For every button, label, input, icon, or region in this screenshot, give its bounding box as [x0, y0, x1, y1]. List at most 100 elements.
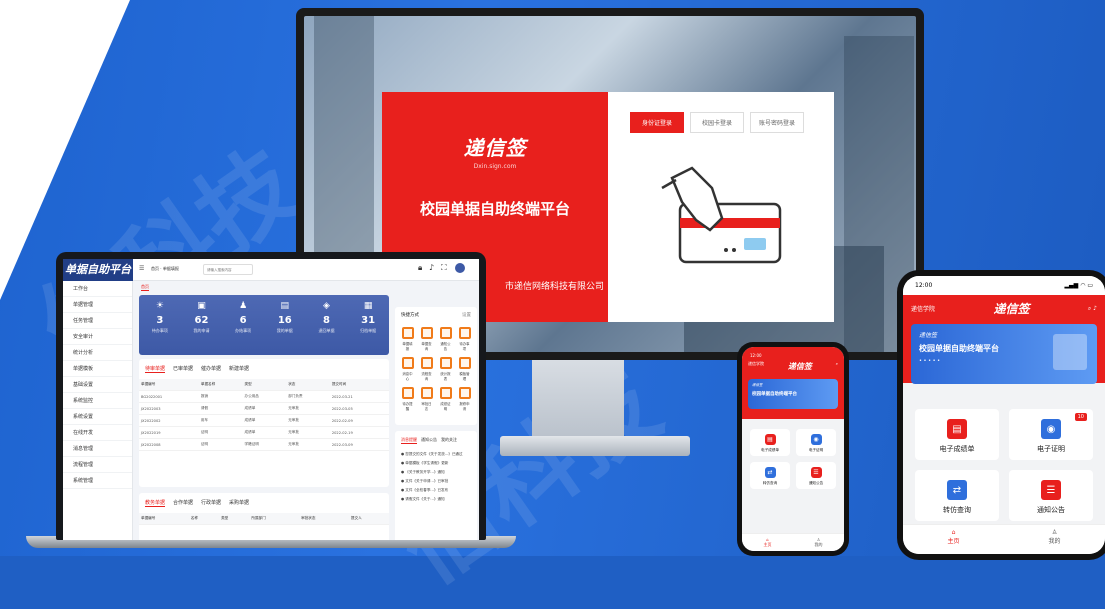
school-selector[interactable]: 递信学院 — [911, 304, 935, 313]
category-tab[interactable]: 合作单据 — [173, 499, 193, 507]
quick-link[interactable]: 报修申请 — [458, 387, 471, 411]
quick-link[interactable]: 通知公告 — [439, 327, 452, 351]
stat-item[interactable]: ▣ 62 我的申请 — [193, 301, 209, 355]
tab-campus-card-login[interactable]: 校园卡登录 — [690, 112, 744, 133]
notifications-card: 消息提醒 通知公告 我的关注 ● 您提交的文件《关于发放...》已通过 ● 单据模板《… — [395, 431, 477, 540]
table-row[interactable]: JX2022003 请假 成绩单 无审批 2022-03-05 — [139, 402, 389, 415]
search-input[interactable] — [203, 264, 253, 275]
phone-large-tiles: ▤ 电子成绩单 10 ◉ 电子证明 ⇄ 转仿查询 ☰ 通知公告 — [903, 383, 1105, 531]
service-tile[interactable]: ◉ 电子证明 — [796, 429, 836, 456]
school-selector[interactable]: 递信学院 — [748, 361, 764, 372]
quick-link[interactable]: 消息中心 — [401, 357, 414, 381]
notification-item[interactable]: ● 单据模板《学生请假》更新 — [395, 459, 477, 468]
tab-mine[interactable]: ♙ 我的 — [1048, 529, 1060, 554]
tile-label: 电子成绩单 — [761, 448, 779, 452]
laptop: ☰ 首页 · 单据填报 🔒︎ ♪ ⛶ 单据自助平台 工作台单据管理任务管理安全审… — [56, 252, 486, 540]
sidebar-item[interactable]: 消息管理 — [63, 441, 132, 457]
service-tile[interactable]: ⇄ 转仿查询 — [915, 470, 999, 521]
category-tab[interactable]: 行政单据 — [201, 499, 221, 507]
quick-link-icon — [458, 357, 471, 369]
tab-id-card-login[interactable]: 身份证登录 — [630, 112, 684, 133]
tab-password-login[interactable]: 账号密码登录 — [750, 112, 804, 133]
notification-tab[interactable]: 消息提醒 — [401, 437, 417, 444]
quick-links-title: 快捷方式 — [401, 313, 419, 318]
sidebar-item[interactable]: 单据管理 — [63, 297, 132, 313]
quick-link[interactable]: 待办提醒 — [401, 387, 414, 411]
document-tab[interactable]: 催办单据 — [201, 365, 221, 373]
table-row[interactable]: JX2022008 证明 学籍证明 无审批 2022-03-09 — [139, 438, 389, 451]
table-row[interactable]: JX2022019 证明 成绩单 无审批 2022-02-19 — [139, 426, 389, 439]
breadcrumb-home[interactable]: 首页 — [151, 266, 159, 271]
document-tab[interactable]: 新建单据 — [229, 365, 249, 373]
search-icon[interactable]: ⌕ — [836, 361, 838, 372]
sidebar-item[interactable]: 任务管理 — [63, 313, 132, 329]
notification-text: 单据模板《学生请假》更新 — [405, 461, 449, 465]
avatar[interactable] — [455, 263, 465, 273]
notification-item[interactable]: ● 《关于教务开学...》通知 — [395, 468, 477, 477]
stat-item[interactable]: ◈ 8 退回单据 — [318, 301, 334, 355]
sidebar-item[interactable]: 安全审计 — [63, 329, 132, 345]
stat-item[interactable]: ▤ 16 我的单据 — [277, 301, 293, 355]
stat-item[interactable]: ☀ 3 待办事项 — [152, 301, 168, 355]
sidebar-item[interactable]: 在线开发 — [63, 425, 132, 441]
quick-link[interactable]: 流程查询 — [420, 357, 433, 381]
document-tab[interactable]: 已审单据 — [173, 365, 193, 373]
notification-item[interactable]: ● 请假文件《关于...》通知 — [395, 495, 477, 504]
tile-label: 电子证明 — [808, 448, 824, 452]
document-tab[interactable]: 待审单据 — [145, 365, 166, 373]
search-icon[interactable]: ⌕ ♪ — [1088, 305, 1097, 313]
sidebar-item[interactable]: 系统监控 — [63, 393, 132, 409]
service-tile[interactable]: ▤ 电子成绩单 — [750, 429, 790, 456]
notification-tab[interactable]: 通知公告 — [421, 437, 437, 444]
phone-banner[interactable]: 递信签 校园单据自助终端平台 — [748, 379, 838, 409]
phone-small-tabbar: ⌂ 主页 ♙ 我的 — [742, 533, 844, 551]
service-tile[interactable]: ☰ 通知公告 — [796, 462, 836, 489]
tab-mine[interactable]: ♙ 我的 — [815, 537, 823, 551]
notification-tab[interactable]: 我的关注 — [441, 437, 457, 444]
stat-item[interactable]: ▦ 31 归档单据 — [360, 301, 376, 355]
fullscreen-icon[interactable]: ⛶ — [441, 263, 447, 273]
quick-link[interactable]: 单据查询 — [420, 327, 433, 351]
notification-item[interactable]: ● 文件《关于申请...》已审批 — [395, 477, 477, 486]
sidebar-item[interactable]: 基础设置 — [63, 377, 132, 393]
quick-link-icon — [439, 327, 452, 339]
category-tab[interactable]: 教务单据 — [145, 499, 166, 507]
menu-icon[interactable]: ☰ — [139, 265, 144, 272]
tab-home[interactable]: ⌂ 主页 — [947, 529, 959, 554]
quick-link[interactable]: 统计报表 — [439, 357, 452, 381]
table-row[interactable]: BG2022001 报销 办公用品 部门负责 2022-03-21 — [139, 390, 389, 403]
category-tab[interactable]: 采购单据 — [229, 499, 249, 507]
stat-item[interactable]: ♟ 6 办结事项 — [235, 301, 251, 355]
service-tile[interactable]: ⇄ 转仿查询 — [750, 462, 790, 489]
sidebar-item[interactable]: 工作台 — [63, 281, 132, 297]
service-tile[interactable]: ▤ 电子成绩单 — [915, 409, 999, 460]
table-cell: 成绩单 — [242, 426, 287, 439]
company-name: 市递信网络科技有限公司 — [504, 282, 604, 292]
service-tile[interactable]: ☰ 通知公告 — [1009, 470, 1093, 521]
bell-icon[interactable]: ♪ — [429, 263, 434, 272]
breadcrumb-current[interactable]: 单据填报 — [163, 266, 179, 271]
lock-icon[interactable]: 🔒︎ — [418, 263, 422, 273]
sidebar-item[interactable]: 系统设置 — [63, 409, 132, 425]
phone-banner[interactable]: 递信签 校园单据自助终端平台 • • • • • — [911, 324, 1097, 384]
quick-link[interactable]: 审批日志 — [420, 387, 433, 411]
tab-home[interactable]: ⌂ 主页 — [764, 537, 772, 551]
notification-item[interactable]: ● 您提交的文件《关于发放...》已通过 — [395, 450, 477, 459]
quick-links-settings[interactable]: 设置 — [462, 312, 471, 318]
quick-link[interactable]: 成绩证明 — [439, 387, 452, 411]
sidebar-item[interactable]: 流程管理 — [63, 457, 132, 473]
sidebar-item[interactable]: 单据模板 — [63, 361, 132, 377]
quick-link[interactable]: 单据填报 — [401, 327, 414, 351]
quick-link[interactable]: 模板管理 — [458, 357, 471, 381]
stat-icon: ▦ — [363, 301, 373, 311]
table-row[interactable]: JX2022002 用车 成绩单 无审批 2022-02-09 — [139, 414, 389, 427]
service-tile[interactable]: 10 ◉ 电子证明 — [1009, 409, 1093, 460]
stat-number: 8 — [322, 315, 330, 326]
platform-title: 校园单据自助终端平台 — [419, 200, 570, 218]
sidebar-item[interactable]: 系统管理 — [63, 473, 132, 489]
tile-icon: ◉ — [810, 434, 822, 445]
sidebar-item[interactable]: 统计分析 — [63, 345, 132, 361]
tab-home[interactable]: 首页 — [141, 284, 149, 291]
quick-link[interactable]: 待办事项 — [458, 327, 471, 351]
notification-item[interactable]: ● 文件《全校春季...》已发布 — [395, 486, 477, 495]
